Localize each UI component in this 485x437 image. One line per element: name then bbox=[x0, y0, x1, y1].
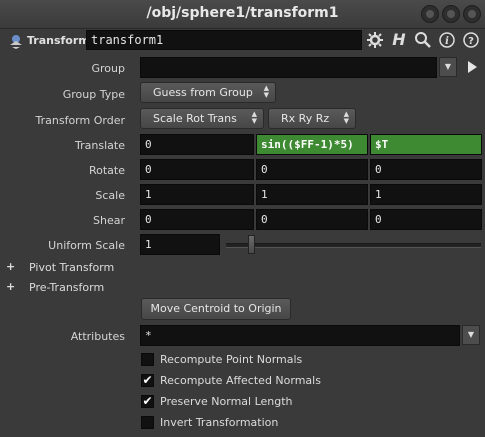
transform-node-icon[interactable] bbox=[8, 33, 24, 49]
minimize-button[interactable] bbox=[421, 5, 439, 23]
rotation-order-value: Rx Ry Rz bbox=[281, 112, 330, 125]
help-h-icon[interactable]: H bbox=[390, 31, 408, 49]
shear-label: Shear bbox=[93, 214, 125, 227]
transform-order-label: Transform Order bbox=[35, 114, 125, 127]
preserve-normal-length-checkbox[interactable]: ✔ bbox=[141, 395, 154, 408]
rotate-y-field[interactable]: 0 bbox=[256, 159, 368, 180]
translate-x-field[interactable]: 0 bbox=[140, 134, 254, 155]
attributes-label: Attributes bbox=[70, 330, 125, 343]
pre-transform-folder[interactable]: Pre-Transform bbox=[29, 281, 104, 294]
group-field[interactable] bbox=[140, 57, 437, 78]
translate-z-field[interactable]: $T bbox=[370, 134, 482, 155]
group-type-label: Group Type bbox=[62, 88, 125, 101]
transform-order-menu[interactable]: Scale Rot Trans ▲ ▼ bbox=[140, 108, 264, 129]
rotate-label: Rotate bbox=[88, 164, 125, 177]
expand-plus-icon[interactable]: + bbox=[6, 281, 15, 292]
recompute-affected-normals-label: Recompute Affected Normals bbox=[160, 374, 321, 387]
pivot-transform-folder[interactable]: Pivot Transform bbox=[29, 261, 114, 274]
search-icon[interactable] bbox=[414, 31, 432, 49]
divider bbox=[0, 28, 485, 29]
scale-y-field[interactable]: 1 bbox=[256, 184, 368, 205]
scale-x-field[interactable]: 1 bbox=[140, 184, 254, 205]
attributes-field[interactable]: * bbox=[140, 325, 460, 346]
updown-arrows-icon: ▲ ▼ bbox=[343, 110, 349, 125]
translate-y-field[interactable]: sin(($FF-1)*5) bbox=[256, 134, 368, 155]
group-type-value: Guess from Group bbox=[153, 86, 253, 99]
scale-label: Scale bbox=[95, 189, 125, 202]
info-icon[interactable]: i bbox=[438, 31, 456, 49]
shear-z-field[interactable]: 0 bbox=[370, 209, 482, 230]
rotation-order-menu[interactable]: Rx Ry Rz ▲ ▼ bbox=[268, 108, 356, 129]
recompute-affected-normals-checkbox[interactable]: ✔ bbox=[141, 374, 154, 387]
translate-label: Translate bbox=[75, 139, 125, 152]
node-type-label: Transform bbox=[27, 34, 90, 47]
pin-arrow-icon[interactable] bbox=[466, 60, 478, 74]
recompute-point-normals-label: Recompute Point Normals bbox=[160, 353, 303, 366]
maximize-button[interactable] bbox=[442, 5, 460, 23]
move-centroid-button[interactable]: Move Centroid to Origin bbox=[141, 298, 291, 320]
uniform-scale-field[interactable]: 1 bbox=[140, 234, 220, 255]
rotate-x-field[interactable]: 0 bbox=[140, 159, 254, 180]
svg-text:?: ? bbox=[468, 36, 474, 47]
window-title: /obj/sphere1/transform1 bbox=[146, 5, 339, 21]
close-button[interactable] bbox=[463, 5, 481, 23]
group-dropdown-button[interactable]: ▼ bbox=[439, 57, 457, 77]
uniform-scale-slider-handle[interactable] bbox=[247, 235, 255, 254]
shear-x-field[interactable]: 0 bbox=[140, 209, 254, 230]
scale-z-field[interactable]: 1 bbox=[370, 184, 482, 205]
updown-arrows-icon: ▲ ▼ bbox=[263, 84, 269, 99]
group-type-menu[interactable]: Guess from Group ▲ ▼ bbox=[140, 82, 276, 103]
gear-icon[interactable] bbox=[366, 31, 384, 49]
uniform-scale-slider-track[interactable] bbox=[226, 243, 481, 248]
preserve-normal-length-label: Preserve Normal Length bbox=[160, 395, 293, 408]
invert-transformation-label: Invert Transformation bbox=[160, 416, 279, 429]
shear-y-field[interactable]: 0 bbox=[256, 209, 368, 230]
recompute-point-normals-checkbox[interactable] bbox=[141, 353, 154, 366]
transform-order-value: Scale Rot Trans bbox=[153, 112, 237, 125]
rotate-z-field[interactable]: 0 bbox=[370, 159, 482, 180]
svg-text:i: i bbox=[445, 36, 449, 47]
attributes-dropdown-button[interactable]: ▼ bbox=[462, 325, 480, 345]
node-name-field[interactable]: transform1 bbox=[86, 30, 362, 50]
group-label: Group bbox=[91, 62, 126, 75]
expand-plus-icon[interactable]: + bbox=[6, 261, 15, 272]
updown-arrows-icon: ▲ ▼ bbox=[251, 110, 257, 125]
invert-transformation-checkbox[interactable] bbox=[141, 416, 154, 429]
question-icon[interactable]: ? bbox=[462, 31, 480, 49]
uniform-scale-label: Uniform Scale bbox=[48, 239, 125, 252]
